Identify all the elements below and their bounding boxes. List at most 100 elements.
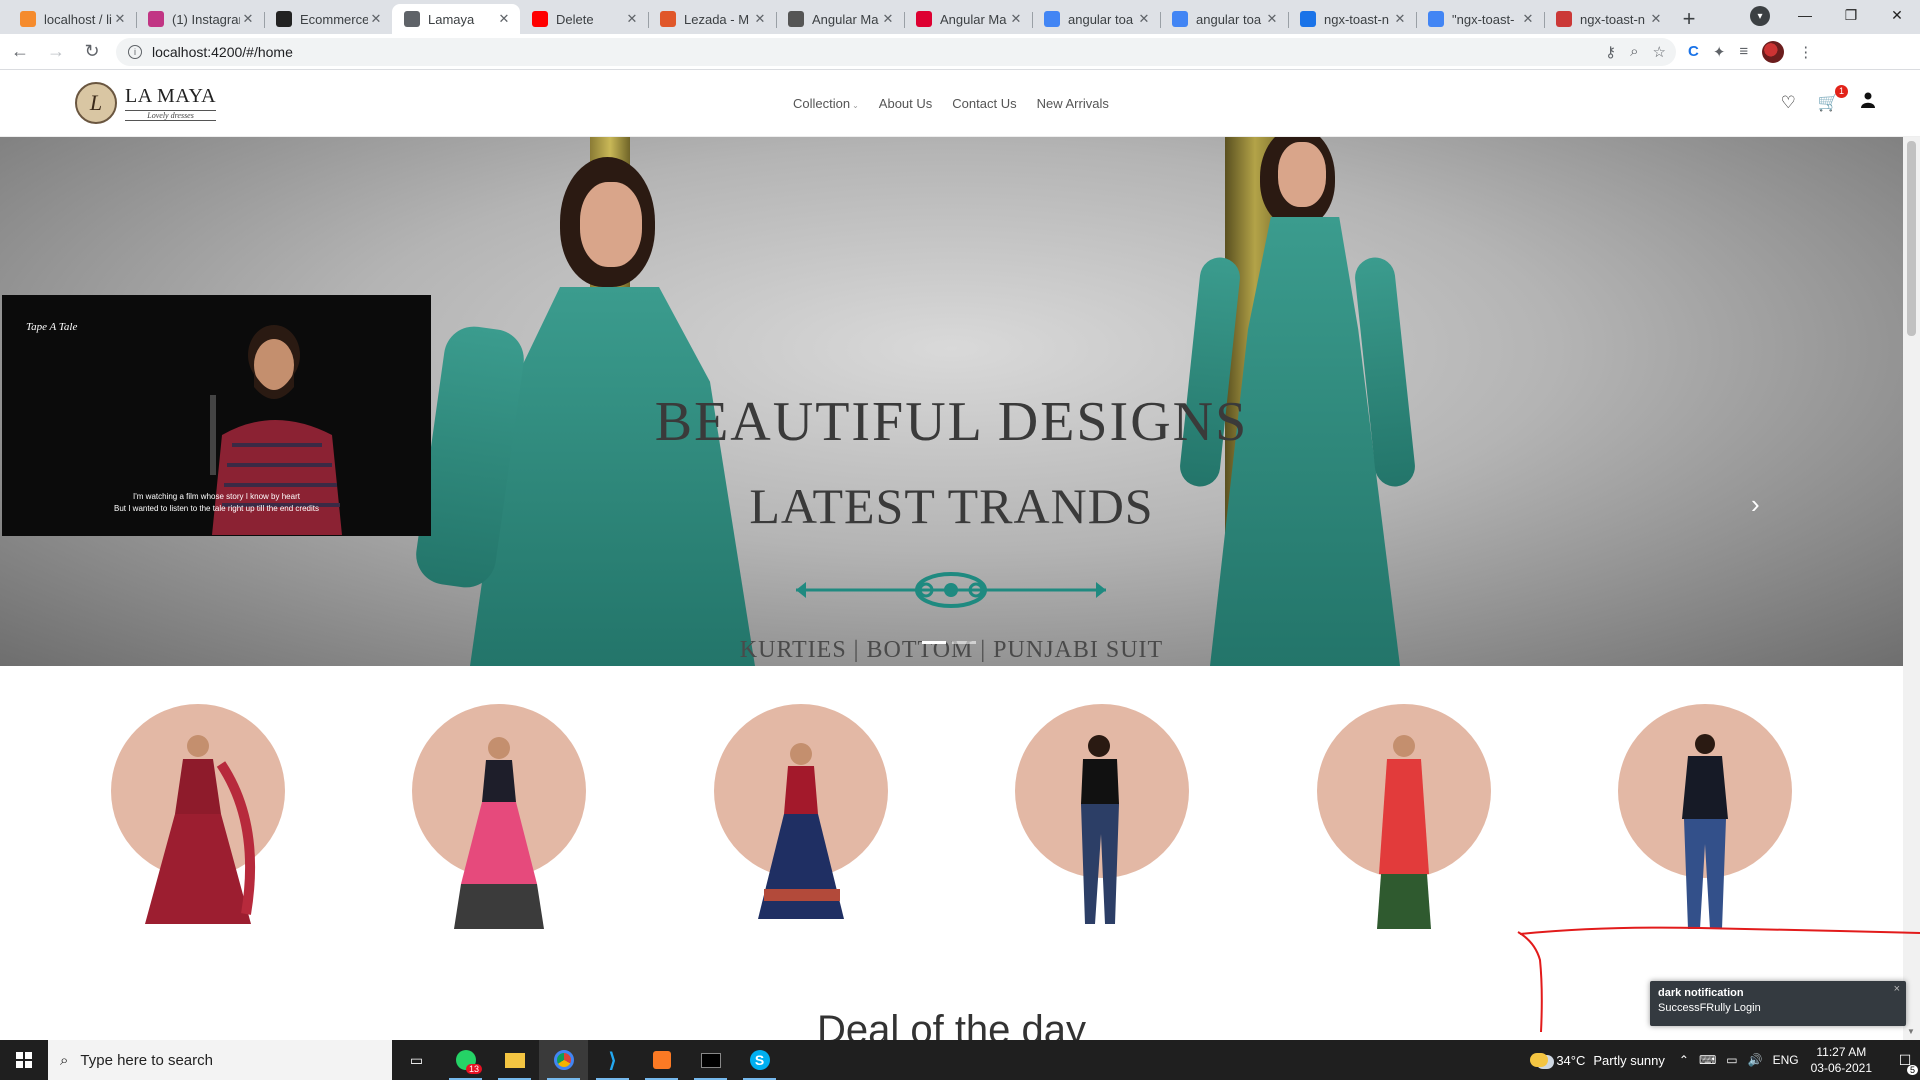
restore-icon[interactable]: ❐ <box>1828 0 1874 30</box>
extensions-puzzle-icon[interactable]: ✦ <box>1713 43 1726 61</box>
category-kurti-red[interactable] <box>1317 704 1491 934</box>
file-explorer-icon[interactable] <box>490 1040 539 1080</box>
language-indicator[interactable]: ENG <box>1773 1053 1799 1067</box>
tab-close-icon[interactable]: ✕ <box>624 11 640 27</box>
category-bridal-lehenga[interactable] <box>111 704 285 934</box>
browser-tab[interactable]: (1) Instagram✕ <box>136 4 264 34</box>
keyboard-icon[interactable]: ⌨ <box>1699 1053 1716 1067</box>
network-icon[interactable]: ▭ <box>1726 1053 1737 1067</box>
taskbar-search-placeholder: Type here to search <box>80 1051 213 1069</box>
chrome-menu-icon[interactable]: ⋮ <box>1798 43 1813 61</box>
scrollbar-thumb[interactable] <box>1907 141 1916 336</box>
category-kids-lehenga-pink[interactable] <box>412 704 586 934</box>
profile-avatar[interactable] <box>1762 40 1785 63</box>
bookmark-star-icon[interactable]: ☆ <box>1653 43 1666 61</box>
tab-close-icon[interactable]: ✕ <box>368 11 384 27</box>
tab-close-icon[interactable]: ✕ <box>496 11 512 27</box>
logo-name: LA MAYA <box>125 85 217 107</box>
scroll-down-icon[interactable]: ▼ <box>1907 1027 1915 1036</box>
back-icon[interactable]: ← <box>4 36 36 68</box>
minimize-icon[interactable]: — <box>1782 0 1828 30</box>
wishlist-heart-icon[interactable]: ♡ <box>1781 93 1796 113</box>
extension-c-icon[interactable]: C <box>1688 43 1699 60</box>
whatsapp-icon[interactable]: 13 <box>441 1040 490 1080</box>
nav-new-arrivals[interactable]: New Arrivals <box>1037 96 1109 111</box>
browser-tab[interactable]: angular toa ✕ <box>1160 4 1288 34</box>
tab-title: Lamaya <box>428 11 475 27</box>
vscode-icon[interactable]: ⟩ <box>588 1040 637 1080</box>
browser-tab[interactable]: localhost / li ✕ <box>8 4 136 34</box>
weather-widget[interactable]: 34°C Partly sunny <box>1530 1053 1665 1068</box>
site-logo[interactable]: L LA MAYA Lovely dresses <box>75 82 217 124</box>
action-center-icon[interactable]: ☐ 5 <box>1890 1052 1920 1075</box>
angular-material-icon <box>788 11 804 27</box>
forward-icon[interactable]: → <box>40 36 72 68</box>
logo-tagline: Lovely dresses <box>125 110 217 121</box>
carousel-indicator-1[interactable] <box>922 641 946 644</box>
browser-tab[interactable]: Delete ✕ <box>520 4 648 34</box>
taskbar-search-box[interactable]: ⌕ Type here to search <box>48 1040 392 1080</box>
browser-tab[interactable]: Lezada - M ✕ <box>648 4 776 34</box>
xampp-icon[interactable] <box>637 1040 686 1080</box>
skype-icon[interactable]: S <box>735 1040 784 1080</box>
tab-list: localhost / li✕(1) Instagram✕Ecommerce✕L… <box>0 4 1672 34</box>
toast-close-icon[interactable]: × <box>1894 983 1900 995</box>
carousel-indicator-2[interactable] <box>952 641 976 644</box>
browser-tab[interactable]: Angular Ma ✕ <box>904 4 1032 34</box>
terminal-icon[interactable] <box>686 1040 735 1080</box>
url-text[interactable]: localhost:4200/#/home <box>152 44 293 60</box>
taskbar-clock[interactable]: 11:27 AM 03-06-2021 <box>1811 1044 1872 1076</box>
tab-close-icon[interactable]: ✕ <box>240 11 256 27</box>
google-icon <box>1044 11 1060 27</box>
category-kids-lehenga-navy[interactable] <box>714 704 888 934</box>
tab-close-icon[interactable]: ✕ <box>1264 11 1280 27</box>
browser-tab[interactable]: Angular Ma ✕ <box>776 4 904 34</box>
browser-tab[interactable]: ngx-toast-n ✕ <box>1544 4 1672 34</box>
carousel-next-icon[interactable]: › <box>1751 489 1760 520</box>
key-icon[interactable]: ⚷ <box>1605 43 1616 61</box>
browser-tab[interactable]: angular toa ✕ <box>1032 4 1160 34</box>
tab-close-icon[interactable]: ✕ <box>752 11 768 27</box>
reload-icon[interactable]: ↻ <box>76 36 108 68</box>
chrome-icon[interactable] <box>539 1040 588 1080</box>
new-tab-button[interactable]: + <box>1672 4 1706 34</box>
angular-icon <box>916 11 932 27</box>
globe-icon <box>404 11 420 27</box>
browser-tab[interactable]: ngx-toast-n ✕ <box>1288 4 1416 34</box>
nav-contact-us[interactable]: Contact Us <box>952 96 1016 111</box>
zoom-icon[interactable]: ⌕ <box>1630 43 1638 61</box>
nav-collection[interactable]: Collection ⌄ <box>793 96 859 111</box>
picture-in-picture-video[interactable]: Tape A Tale I'm watching a film whose st… <box>2 295 431 536</box>
address-bar[interactable]: i localhost:4200/#/home ⚷ ⌕ ☆ <box>116 37 1676 66</box>
category-western-jeans[interactable] <box>1015 704 1189 934</box>
model-figure <box>758 743 844 919</box>
tab-close-icon[interactable]: ✕ <box>1392 11 1408 27</box>
windows-start-icon[interactable] <box>0 1040 48 1080</box>
site-info-icon[interactable]: i <box>128 44 142 59</box>
page-scrollbar[interactable]: ▼ <box>1903 137 1920 1040</box>
cart-icon[interactable]: 🛒 1 <box>1818 84 1848 113</box>
tab-title: "ngx-toast- <box>1452 11 1515 27</box>
tab-search-icon[interactable]: ▾ <box>1750 6 1770 26</box>
main-nav: Collection ⌄ About Us Contact Us New Arri… <box>793 96 1129 111</box>
browser-tab[interactable]: Ecommerce ✕ <box>264 4 392 34</box>
tab-close-icon[interactable]: ✕ <box>112 11 128 27</box>
category-western-top[interactable] <box>1618 704 1792 934</box>
task-view-icon[interactable]: ▭ <box>392 1040 441 1080</box>
tab-close-icon[interactable]: ✕ <box>880 11 896 27</box>
browser-tab[interactable]: Lamaya ✕ <box>392 4 520 34</box>
nav-about-us[interactable]: About Us <box>879 96 932 111</box>
tab-close-icon[interactable]: ✕ <box>1008 11 1024 27</box>
user-account-icon[interactable] <box>1861 92 1875 113</box>
volume-icon[interactable]: 🔊 <box>1748 1053 1763 1067</box>
tab-close-icon[interactable]: ✕ <box>1520 11 1536 27</box>
tab-close-icon[interactable]: ✕ <box>1648 11 1664 27</box>
tab-close-icon[interactable]: ✕ <box>1136 11 1152 27</box>
instagram-icon <box>148 11 164 27</box>
partly-sunny-icon <box>1530 1053 1549 1067</box>
chevron-up-icon[interactable]: ⌃ <box>1679 1053 1689 1067</box>
media-queue-icon[interactable]: ≡ <box>1739 43 1748 60</box>
browser-tab[interactable]: "ngx-toast- ✕ <box>1416 4 1544 34</box>
toast-notification[interactable]: dark notification SuccessFRully Login × <box>1650 981 1906 1026</box>
close-icon[interactable]: ✕ <box>1874 0 1920 30</box>
